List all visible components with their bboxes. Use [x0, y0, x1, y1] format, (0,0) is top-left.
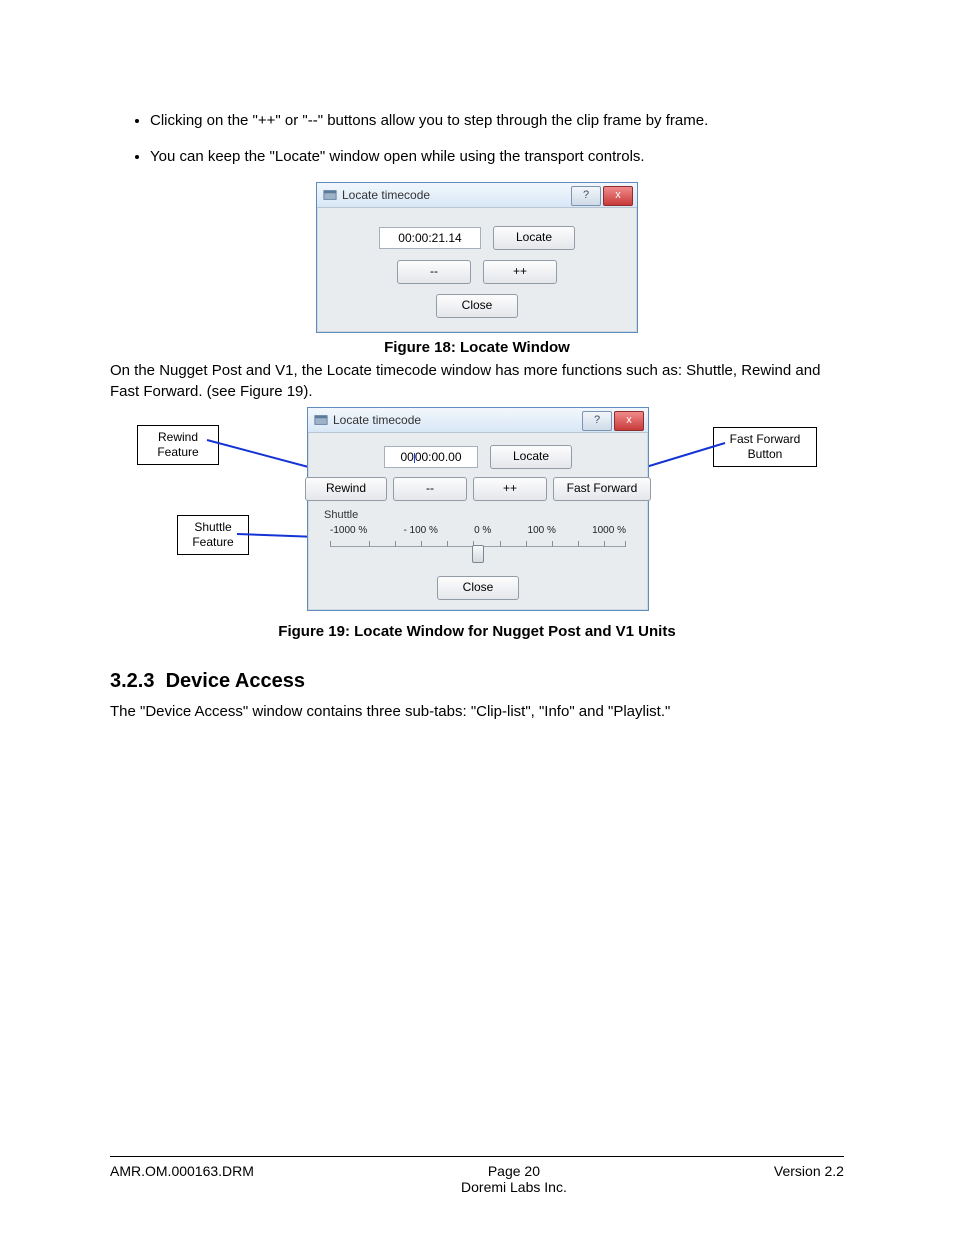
footer-center: Page 20 Doremi Labs Inc.	[461, 1163, 567, 1195]
rewind-button[interactable]: Rewind	[305, 477, 387, 501]
figure-18-caption: Figure 18: Locate Window	[110, 339, 844, 356]
close-window-button[interactable]: x	[614, 411, 644, 431]
increment-button[interactable]: ++	[473, 477, 547, 501]
figure-19-caption: Figure 19: Locate Window for Nugget Post…	[110, 623, 844, 640]
locate-button[interactable]: Locate	[490, 445, 572, 469]
help-button[interactable]: ?	[582, 411, 612, 431]
decrement-button[interactable]: --	[397, 260, 471, 284]
dialog-titlebar: Locate timecode ? x	[317, 183, 637, 208]
app-icon	[323, 188, 337, 202]
shuttle-slider[interactable]	[324, 538, 632, 564]
shuttle-thumb[interactable]	[472, 545, 484, 563]
section-heading: 3.2.3 Device Access	[110, 670, 844, 693]
close-button[interactable]: Close	[436, 294, 518, 318]
figure-18: Locate timecode ? x 00:00:21.14 Locate -…	[110, 182, 844, 356]
timecode-input[interactable]: 0000:00.00	[384, 446, 478, 468]
fast-forward-button[interactable]: Fast Forward	[553, 477, 651, 501]
locate-button[interactable]: Locate	[493, 226, 575, 250]
increment-button[interactable]: ++	[483, 260, 557, 284]
decrement-button[interactable]: --	[393, 477, 467, 501]
section-body: The "Device Access" window contains thre…	[110, 701, 844, 723]
footer: AMR.OM.000163.DRM Page 20 Doremi Labs In…	[110, 1163, 844, 1195]
footer-left: AMR.OM.000163.DRM	[110, 1163, 254, 1195]
footer-right: Version 2.2	[774, 1163, 844, 1195]
dialog-body: 0000:00.00 Locate Rewind -- ++ Fast Forw…	[308, 433, 648, 610]
bullet-item: You can keep the "Locate" window open wh…	[150, 146, 844, 168]
page: Clicking on the "++" or "--" buttons all…	[0, 0, 954, 1235]
shuttle-label: Shuttle	[324, 509, 632, 521]
dialog-titlebar: Locate timecode ? x	[308, 408, 648, 433]
close-button[interactable]: Close	[437, 576, 519, 600]
app-icon	[314, 413, 328, 427]
locate-dialog-extended: Locate timecode ? x 0000:00.00 Locate Re…	[307, 407, 649, 611]
callout-ff: Fast Forward Button	[713, 427, 817, 467]
help-button[interactable]: ?	[571, 186, 601, 206]
footer-rule	[110, 1156, 844, 1157]
locate-dialog: Locate timecode ? x 00:00:21.14 Locate -…	[316, 182, 638, 333]
dialog-title: Locate timecode	[342, 188, 430, 202]
paragraph: On the Nugget Post and V1, the Locate ti…	[110, 360, 844, 404]
dialog-body: 00:00:21.14 Locate -- ++ Close	[317, 208, 637, 332]
shuttle-tick-labels: -1000 % - 100 % 0 % 100 % 1000 %	[324, 525, 632, 538]
close-window-button[interactable]: x	[603, 186, 633, 206]
bullet-list: Clicking on the "++" or "--" buttons all…	[150, 110, 844, 168]
dialog-title: Locate timecode	[333, 413, 421, 427]
timecode-input[interactable]: 00:00:21.14	[379, 227, 481, 249]
figure-19: Rewind Feature Shuttle Feature Fast Forw…	[137, 407, 817, 607]
shuttle-section: Shuttle -1000 % - 100 % 0 % 100 % 1000 %	[318, 509, 638, 564]
bullet-item: Clicking on the "++" or "--" buttons all…	[150, 110, 844, 132]
